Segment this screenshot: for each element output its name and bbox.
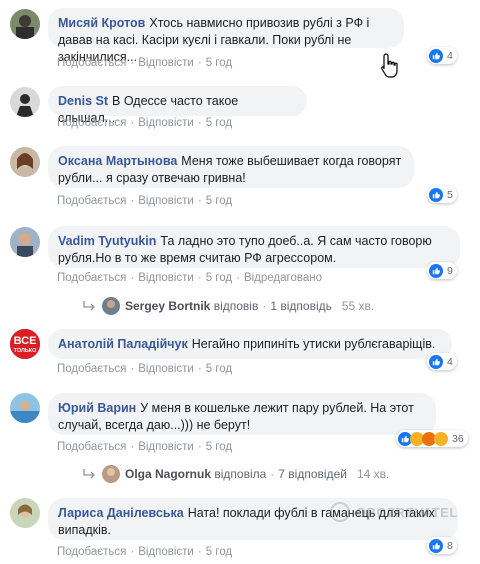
- comment-time[interactable]: 5 год: [206, 272, 232, 284]
- comment-bubble: Denis St В Одессе часто такое слышал...: [48, 86, 307, 125]
- comment-actions: Подобається · Відповісти · 5 год: [57, 441, 233, 453]
- reply-time: 14 хв.: [356, 467, 390, 481]
- reply-link[interactable]: Відповісти: [138, 57, 194, 69]
- reply-link[interactable]: Відповісти: [138, 363, 194, 375]
- watermark-ring-icon: [330, 502, 350, 522]
- comment-bubble: Анатолій Паладійчук Негайно припиніть ути…: [48, 329, 452, 359]
- like-icon: [429, 263, 443, 278]
- avatar-photo: [10, 498, 40, 528]
- reply-thread-link[interactable]: Sergey Bortnik відповів · 1 відповідь 55 хв…: [82, 297, 374, 315]
- comment-actions: Подобається · Відповісти · 5 год: [57, 546, 233, 558]
- comment-time[interactable]: 5 год: [206, 57, 232, 69]
- avatar[interactable]: [10, 498, 40, 528]
- like-icon: [429, 354, 443, 369]
- reply-time: 55 хв.: [341, 299, 375, 313]
- reaction-count[interactable]: 4: [427, 353, 457, 370]
- comment-bubble: Vadim Tyutyukin Та ладно это тупо доеб..а…: [48, 226, 460, 268]
- like-link[interactable]: Подобається: [57, 546, 126, 558]
- reply-link[interactable]: Відповісти: [138, 546, 194, 558]
- comment-text: Негайно припиніть утиски рублєгаваріщів.: [191, 337, 436, 351]
- reaction-count[interactable]: 36: [396, 430, 468, 447]
- reply-author[interactable]: Sergey Bortnik: [125, 299, 210, 313]
- avatar-photo: [10, 9, 40, 39]
- reply-author[interactable]: Olga Nagornuk: [125, 467, 211, 481]
- reaction-count[interactable]: 8: [427, 537, 457, 554]
- avatar-photo: [10, 87, 40, 117]
- reply-avatar: [102, 465, 120, 483]
- comment-time[interactable]: 5 год: [206, 195, 232, 207]
- comment-bubble: Юрий Варин У меня в кошельке лежит пару р…: [48, 393, 436, 435]
- comment-author[interactable]: Мисяй Кротов: [58, 16, 145, 30]
- reply-link[interactable]: Відповісти: [138, 272, 194, 284]
- reply-verb: відповів: [213, 299, 259, 313]
- avatar-photo: [10, 393, 40, 423]
- comment-actions: Подобається · Відповісти · 5 год: [57, 195, 233, 207]
- avatar-photo: [10, 147, 40, 177]
- reply-link[interactable]: Відповісти: [138, 441, 194, 453]
- comment-time[interactable]: 5 год: [206, 363, 232, 375]
- like-icon: [429, 48, 443, 63]
- reply-arrow-icon: [83, 469, 95, 479]
- comment-author[interactable]: Юрий Варин: [58, 401, 136, 415]
- like-icon: [429, 538, 443, 553]
- svg-text:ВСЕ: ВСЕ: [14, 335, 37, 347]
- comment-author[interactable]: Оксана Мартынова: [58, 154, 177, 168]
- like-link[interactable]: Подобається: [57, 363, 126, 375]
- like-icon: [429, 187, 443, 202]
- comment-time[interactable]: 5 год: [206, 441, 232, 453]
- avatar-photo: [10, 227, 40, 257]
- reply-verb: відповіла: [214, 467, 267, 481]
- hand-cursor-icon: [381, 53, 398, 78]
- like-link[interactable]: Подобається: [57, 117, 126, 129]
- edited-label[interactable]: Відредаговано: [244, 272, 322, 284]
- reply-count[interactable]: 7 відповідей: [278, 467, 347, 481]
- reply-arrow-icon: [83, 301, 95, 311]
- reaction-count[interactable]: 9: [427, 262, 457, 279]
- comment-time[interactable]: 5 год: [206, 546, 232, 558]
- svg-text:ТОЛЬКО: ТОЛЬКО: [14, 348, 38, 354]
- comment-bubble: Оксана Мартынова Меня тоже выбешивает ког…: [48, 146, 414, 188]
- comment-actions: Подобається · Відповісти · 5 год: [57, 57, 233, 69]
- reaction-count[interactable]: 5: [427, 186, 457, 203]
- comment-time[interactable]: 5 год: [206, 117, 232, 129]
- avatar[interactable]: [10, 393, 40, 423]
- avatar-logo: ВСЕТОЛЬКО: [10, 329, 40, 359]
- wow-icon: [434, 431, 448, 446]
- comment-bubble: Мисяй Кротов Хтось навмисно привозив рубл…: [48, 8, 404, 64]
- like-link[interactable]: Подобається: [57, 441, 126, 453]
- comment-actions: Подобається · Відповісти · 5 год · Відредагова…: [57, 272, 322, 284]
- comment-author[interactable]: Лариса Данілевська: [58, 506, 184, 520]
- like-link[interactable]: Подобається: [57, 57, 126, 69]
- like-link[interactable]: Подобається: [57, 272, 126, 284]
- comment-actions: Подобається · Відповісти · 5 год: [57, 117, 233, 129]
- avatar[interactable]: [10, 9, 40, 39]
- avatar[interactable]: [10, 87, 40, 117]
- watermark: OBOZREVATEL: [330, 502, 458, 522]
- reply-thread-link[interactable]: Olga Nagornuk відповіла · 7 відповідей 14 х…: [82, 465, 389, 483]
- comment-author[interactable]: Vadim Tyutyukin: [58, 234, 156, 248]
- avatar[interactable]: [10, 147, 40, 177]
- comment-author[interactable]: Анатолій Паладійчук: [58, 337, 188, 351]
- reply-avatar: [102, 297, 120, 315]
- like-link[interactable]: Подобається: [57, 195, 126, 207]
- comment-actions: Подобається · Відповісти · 5 год: [57, 363, 233, 375]
- avatar[interactable]: [10, 227, 40, 257]
- reply-link[interactable]: Відповісти: [138, 117, 194, 129]
- reply-count[interactable]: 1 відповідь: [270, 299, 332, 313]
- reply-link[interactable]: Відповісти: [138, 195, 194, 207]
- reaction-count[interactable]: 4: [427, 47, 457, 64]
- avatar[interactable]: ВСЕ ТОЛЬКО: [10, 329, 40, 359]
- comment-author[interactable]: Denis St: [58, 94, 108, 108]
